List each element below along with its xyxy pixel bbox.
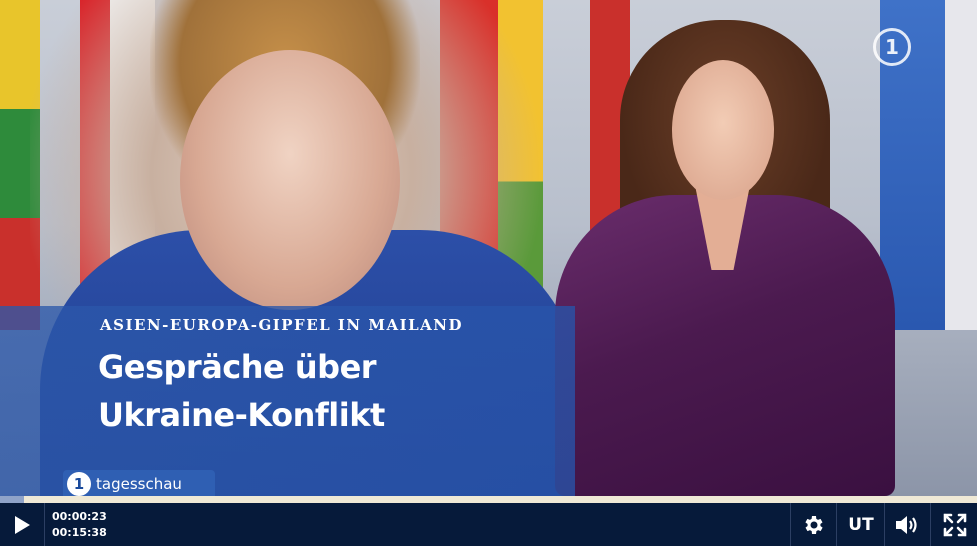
ard-one-icon: 1 (67, 472, 91, 496)
headline-line-1: Gespräche über (98, 348, 377, 386)
fullscreen-button[interactable] (932, 503, 977, 546)
subtitles-button[interactable]: UT (838, 503, 884, 546)
current-time: 00:00:23 (52, 510, 107, 523)
tagesschau-logo: 1 tagesschau (63, 470, 215, 496)
fullscreen-icon (943, 513, 966, 536)
speaker-icon (896, 515, 917, 534)
divider (790, 503, 791, 546)
gear-icon (805, 515, 823, 534)
headline-line-2: Ukraine-Konflikt (98, 396, 385, 434)
time-display: 00:00:23 00:15:38 (52, 509, 107, 541)
brand-name: tagesschau (96, 475, 182, 493)
portrait-face (180, 50, 400, 310)
headline-kicker: ASIEN-EUROPA-GIPFEL IN MAILAND (100, 316, 464, 334)
play-icon (15, 515, 30, 534)
play-button[interactable] (0, 503, 44, 546)
progress-bar[interactable] (0, 496, 977, 503)
channel-bug-icon: 1 (873, 28, 911, 66)
progress-fill (0, 496, 24, 503)
volume-button[interactable] (886, 503, 930, 546)
divider (836, 503, 837, 546)
video-frame[interactable]: ASIEN-EUROPA-GIPFEL IN MAILAND Gespräche… (0, 0, 977, 496)
duration: 00:15:38 (52, 526, 107, 539)
settings-button[interactable] (792, 503, 836, 546)
anchor-face (672, 60, 774, 200)
divider (930, 503, 931, 546)
divider (884, 503, 885, 546)
control-bar: 00:00:23 00:15:38 UT (0, 503, 977, 546)
flag (945, 0, 977, 330)
divider (44, 503, 45, 546)
